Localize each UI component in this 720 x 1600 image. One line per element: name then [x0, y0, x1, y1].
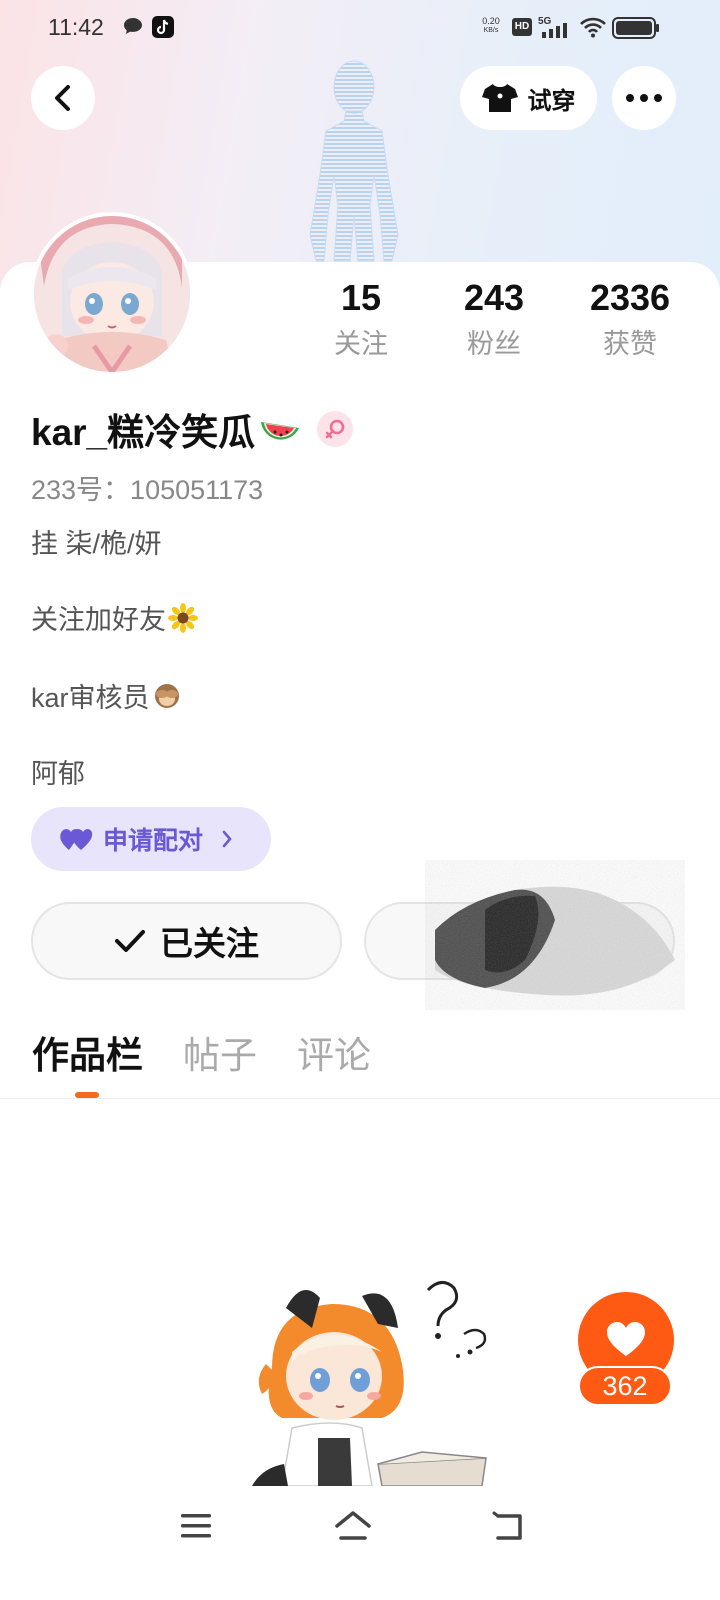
- speed-value: 0.20: [482, 16, 500, 26]
- tshirt-icon: [481, 84, 518, 112]
- speed-unit: KB/s: [483, 27, 499, 34]
- followed-label: 已关注: [160, 925, 259, 962]
- tab-comments[interactable]: 评论: [297, 1032, 371, 1080]
- more-dots-icon: [626, 94, 662, 102]
- bio-line-2: 关注加好友: [31, 598, 198, 637]
- avatar[interactable]: [30, 212, 194, 376]
- like-count: 362: [578, 1366, 672, 1406]
- sunflower-icon: [168, 602, 198, 633]
- bio-text-1: 挂 柒/桅/妍: [31, 529, 162, 559]
- user-id: 233号：105051173: [31, 475, 264, 505]
- battery-icon: [612, 17, 659, 39]
- avatar-image: [34, 216, 190, 372]
- heart-icon: [607, 1322, 645, 1356]
- likes-count: 2336: [589, 277, 671, 318]
- following-label: 关注: [334, 329, 388, 359]
- bio-text-3: kar审核员: [31, 683, 150, 713]
- bio-text-4: 阿郁: [31, 759, 85, 789]
- bio-text-2: 关注加好友: [31, 605, 166, 635]
- followed-button[interactable]: 已关注: [31, 902, 342, 980]
- fans-label: 粉丝: [467, 329, 521, 359]
- hd-icon: HD: [512, 18, 532, 36]
- empty-state-mascot: [252, 1281, 487, 1486]
- back-button[interactable]: [31, 66, 95, 130]
- chevron-right-icon: [222, 830, 232, 848]
- likes-label: 获赞: [603, 329, 657, 359]
- chevron-left-icon: [55, 85, 70, 111]
- apply-pair-button[interactable]: 申请配对: [31, 807, 271, 871]
- status-time: 11:42: [48, 14, 104, 40]
- try-on-button[interactable]: 试穿: [460, 66, 597, 130]
- home-icon[interactable]: [333, 1508, 373, 1544]
- back-nav-icon[interactable]: [490, 1508, 530, 1544]
- watermelon-icon: [261, 422, 300, 440]
- message-icon: [124, 18, 142, 34]
- tab-works[interactable]: 作品栏: [32, 1032, 143, 1080]
- gender-female-badge: [317, 411, 354, 447]
- tiktok-icon: [152, 16, 174, 38]
- wifi-icon: [580, 17, 606, 38]
- bio-line-3: kar审核员: [31, 676, 182, 715]
- stat-fans[interactable]: 243 粉丝: [452, 276, 536, 364]
- more-button[interactable]: [612, 66, 676, 130]
- username-row: kar_糕冷笑瓜: [31, 402, 354, 456]
- apply-pair-label: 申请配对: [103, 827, 204, 855]
- tab-posts[interactable]: 帖子: [183, 1032, 257, 1080]
- fans-count: 243: [463, 277, 525, 318]
- try-on-label: 试穿: [527, 87, 576, 115]
- status-bar: 11:42 0.20 KB/s HD 5G: [0, 0, 720, 56]
- menu-icon[interactable]: [176, 1508, 216, 1544]
- redaction-scribble: [425, 860, 685, 1010]
- stat-likes[interactable]: 2336 获赞: [580, 276, 680, 364]
- bio-line-1: 挂 柒/桅/妍: [31, 522, 162, 561]
- avatar-figure-silhouette: [309, 60, 399, 262]
- female-symbol-icon: [325, 419, 345, 439]
- signal-5g-icon: 5G: [538, 16, 567, 38]
- svg-text:5G: 5G: [538, 16, 552, 27]
- bio-line-4: 阿郁: [31, 752, 85, 791]
- stat-following[interactable]: 15 关注: [322, 276, 400, 364]
- checkmark-icon: [115, 930, 145, 952]
- network-speed: 0.20 KB/s: [478, 16, 504, 36]
- following-count: 15: [340, 277, 382, 318]
- username: kar_糕冷笑瓜: [31, 412, 256, 453]
- tab-divider: [0, 1098, 720, 1099]
- see-no-evil-monkey-icon: [154, 683, 179, 708]
- double-heart-icon: [60, 829, 93, 850]
